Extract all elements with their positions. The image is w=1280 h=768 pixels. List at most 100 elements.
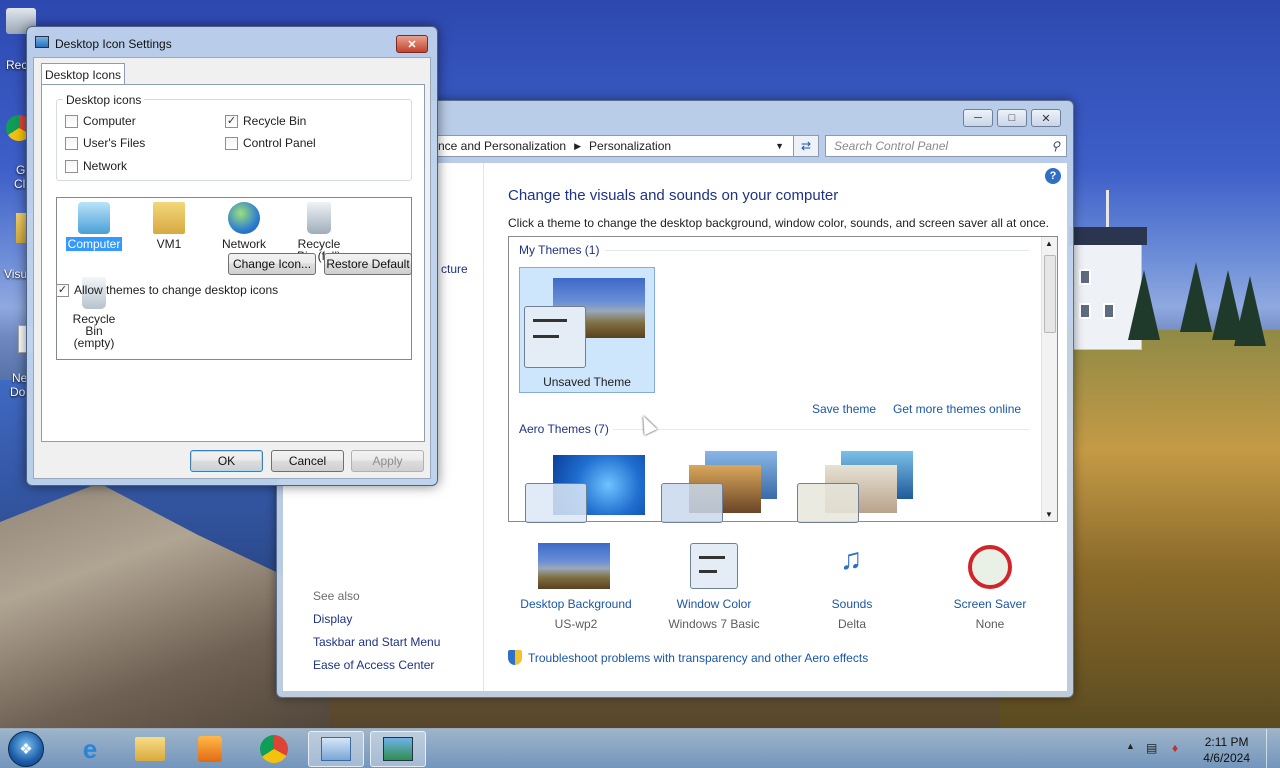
icon-item-vm1[interactable]: VM1 (134, 202, 204, 250)
close-icon: ✕ (407, 38, 417, 51)
page-title: Change the visuals and sounds on your co… (508, 187, 839, 204)
restore-default-button[interactable]: Restore Default (324, 253, 412, 275)
theme-architecture[interactable] (659, 449, 783, 523)
checkbox-recycle-bin[interactable]: ✓ Recycle Bin (225, 114, 306, 128)
clock-date: 4/6/2024 (1203, 751, 1250, 765)
internet-explorer-icon: e (82, 733, 98, 764)
media-player-icon (198, 736, 222, 762)
see-also-display-link[interactable]: Display (313, 612, 352, 626)
taskbar-media-player[interactable] (182, 731, 238, 767)
search-icon[interactable]: ⚲ (1051, 139, 1060, 153)
window-color-icon (524, 306, 586, 368)
refresh-button[interactable]: ⇄ (793, 135, 819, 157)
group-label: Desktop icons (63, 93, 145, 107)
window-caption-buttons: ─ □ ✕ (963, 109, 1061, 127)
scroll-up-icon[interactable]: ▲ (1045, 239, 1053, 248)
network-tray-icon[interactable]: ▤ (1146, 741, 1157, 755)
clock[interactable]: 2:11 PM 4/6/2024 (1203, 734, 1250, 766)
taskbar-desktop-icon-settings[interactable] (370, 731, 426, 767)
search-input[interactable]: Search Control Panel ⚲ (825, 135, 1067, 157)
change-icon-button[interactable]: Change Icon... (228, 253, 316, 275)
theme-gallery[interactable]: My Themes (1) Unsaved Theme Save theme G… (508, 236, 1058, 523)
dialog-body: Desktop Icons Desktop icons Computer ✓ Re… (33, 57, 431, 479)
left-pane-link-fragment[interactable]: cture (441, 262, 468, 276)
recycle-bin-full-icon (307, 202, 331, 234)
maximize-button[interactable]: □ (997, 109, 1027, 127)
theme-windows7[interactable] (523, 455, 647, 523)
show-desktop-button[interactable] (1266, 729, 1280, 768)
theme-characters[interactable] (795, 449, 919, 523)
checkbox-allow-themes[interactable]: ✓ Allow themes to change desktop icons (56, 283, 278, 297)
theme-unsaved[interactable]: Unsaved Theme (519, 267, 655, 393)
gallery-scrollbar[interactable]: ▲ ▼ (1041, 237, 1057, 521)
aero-themes-heading: Aero Themes (7) (519, 422, 609, 436)
checkbox-box[interactable] (65, 136, 78, 150)
checkmark-icon[interactable]: ✓ (225, 114, 238, 128)
close-button[interactable]: ✕ (1031, 109, 1061, 127)
checkbox-box[interactable] (65, 114, 78, 128)
volume-muted-icon[interactable]: ♦ (1172, 741, 1178, 755)
windows-logo-icon: ❖ (19, 741, 33, 758)
icon-list[interactable]: Computer VM1 Network Recycle Bin (full) … (56, 197, 412, 360)
troubleshoot-link[interactable]: Troubleshoot problems with transparency … (508, 650, 868, 665)
checkbox-control-panel[interactable]: Control Panel (225, 136, 316, 150)
my-themes-heading: My Themes (1) (519, 243, 600, 257)
breadcrumb-parent[interactable]: nce and Personalization (438, 139, 566, 153)
control-panel-icon (321, 737, 351, 761)
user-folder-icon (153, 202, 185, 234)
checkbox-users-files[interactable]: User's Files (65, 136, 145, 150)
folder-icon (135, 737, 165, 761)
display-settings-icon (383, 737, 413, 761)
see-also-taskbar-link[interactable]: Taskbar and Start Menu (313, 635, 440, 649)
personalization-options: Desktop Background US-wp2 Window Color W… (520, 543, 1027, 631)
checkbox-computer[interactable]: Computer (65, 114, 136, 128)
cancel-button[interactable]: Cancel (271, 450, 344, 472)
scrollbar-thumb[interactable] (1044, 255, 1056, 333)
ok-button[interactable]: OK (190, 450, 263, 472)
taskbar-internet-explorer[interactable]: e (62, 731, 118, 767)
desktop-background-icon (538, 543, 610, 589)
get-more-themes-link[interactable]: Get more themes online (893, 402, 1021, 416)
breadcrumb-current[interactable]: Personalization (589, 139, 671, 153)
refresh-icon: ⇄ (800, 139, 812, 153)
checkbox-box[interactable] (225, 136, 238, 150)
checkbox-network[interactable]: Network (65, 159, 127, 173)
tab-panel: Desktop icons Computer ✓ Recycle Bin User… (41, 84, 425, 442)
screen-saver-icon (968, 545, 1012, 589)
icon-item-computer[interactable]: Computer (59, 202, 129, 251)
sounds-icon: ♫ (839, 543, 863, 576)
shield-icon (508, 650, 522, 665)
checkmark-icon[interactable]: ✓ (56, 283, 69, 297)
taskbar-control-panel[interactable] (308, 731, 364, 767)
start-button[interactable]: ❖ (8, 731, 44, 767)
chrome-icon (260, 735, 288, 763)
scroll-down-icon[interactable]: ▼ (1045, 510, 1053, 519)
wallpaper-tree (1128, 270, 1160, 340)
address-bar[interactable]: nce and Personalization ▶ Personalizatio… (429, 135, 819, 157)
save-theme-link[interactable]: Save theme (812, 402, 876, 416)
window-color-icon (690, 543, 738, 589)
minimize-button[interactable]: ─ (963, 109, 993, 127)
show-hidden-icons[interactable]: ▲ (1126, 741, 1135, 751)
address-dropdown-icon[interactable]: ▼ (775, 141, 784, 151)
dialog-close-button[interactable]: ✕ (396, 35, 428, 53)
clock-time: 2:11 PM (1204, 735, 1249, 749)
checkbox-box[interactable] (65, 159, 78, 173)
dialog-app-icon (35, 36, 49, 48)
recycle-bin-full-icon (78, 202, 110, 234)
breadcrumb-separator-icon: ▶ (574, 140, 582, 151)
network-globe-icon (228, 202, 260, 234)
theme-label: Unsaved Theme (543, 375, 631, 389)
help-icon[interactable]: ? (1045, 168, 1061, 184)
taskbar-chrome[interactable] (246, 731, 302, 767)
dialog-title: Desktop Icon Settings (55, 37, 172, 51)
main-pane: ? Change the visuals and sounds on your … (483, 163, 1067, 691)
see-also-ease-of-access-link[interactable]: Ease of Access Center (313, 658, 434, 672)
search-placeholder: Search Control Panel (834, 139, 949, 153)
icon-item-network[interactable]: Network (209, 202, 279, 250)
tab-desktop-icons[interactable]: Desktop Icons (41, 63, 125, 85)
wallpaper-tree (1180, 262, 1212, 332)
apply-button[interactable]: Apply (351, 450, 424, 472)
taskbar-file-explorer[interactable] (122, 731, 178, 767)
desktop-icon-settings-dialog: Desktop Icon Settings ✕ Desktop Icons De… (26, 26, 438, 486)
